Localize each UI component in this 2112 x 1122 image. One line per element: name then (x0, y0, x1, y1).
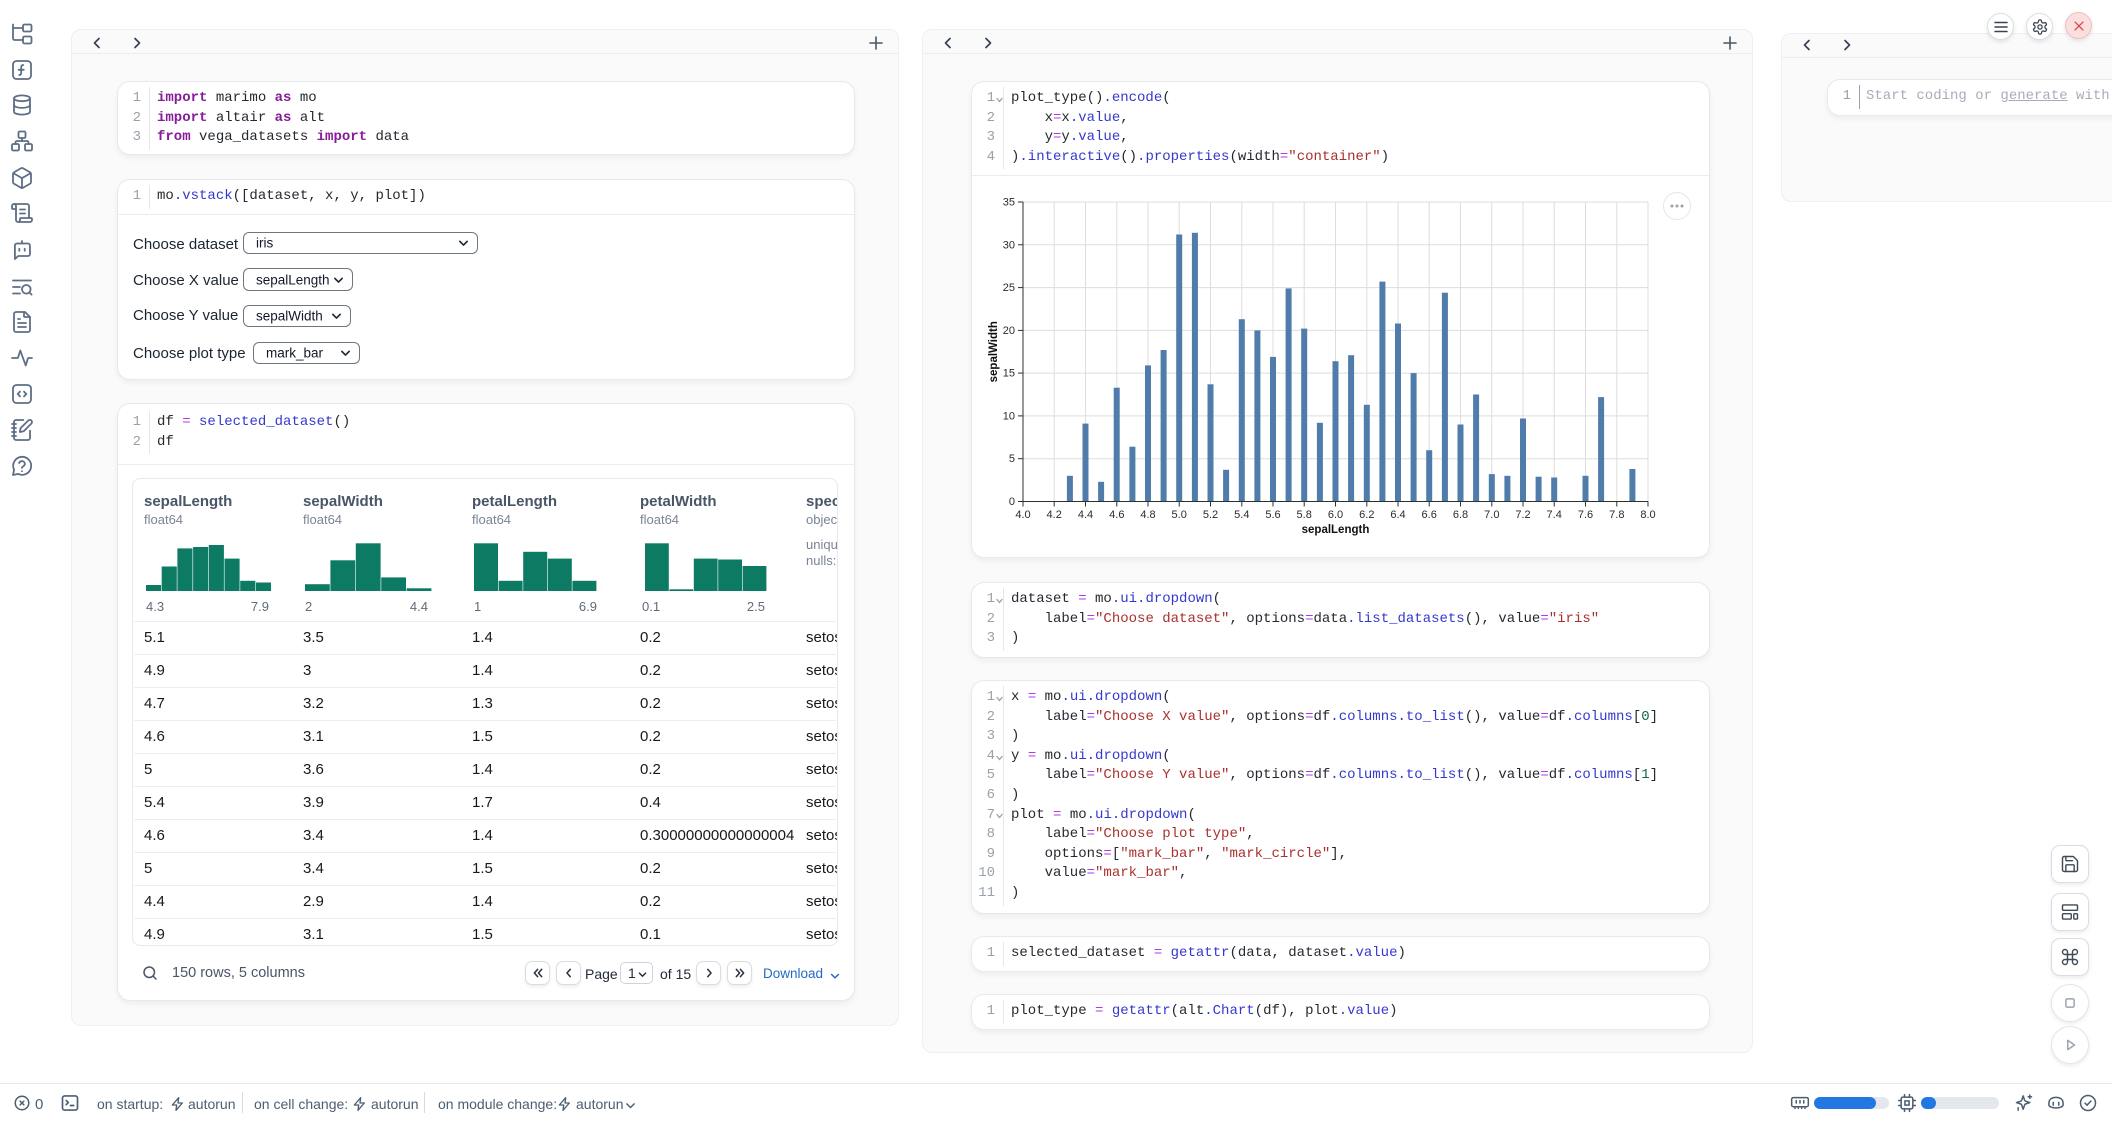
svg-text:4.8: 4.8 (1140, 509, 1155, 521)
svg-text:6.8: 6.8 (1453, 509, 1468, 521)
svg-text:4.6: 4.6 (1109, 509, 1124, 521)
svg-text:6.0: 6.0 (1328, 509, 1343, 521)
svg-text:7.6: 7.6 (1578, 509, 1593, 521)
svg-text:7.0: 7.0 (1484, 509, 1499, 521)
svg-text:sepalLength: sepalLength (1302, 524, 1370, 536)
svg-text:4.0: 4.0 (1015, 509, 1030, 521)
svg-text:5.4: 5.4 (1234, 509, 1249, 521)
svg-text:5.6: 5.6 (1265, 509, 1280, 521)
svg-text:4.2: 4.2 (1047, 509, 1062, 521)
svg-text:7.2: 7.2 (1515, 509, 1530, 521)
svg-text:sepalWidth: sepalWidth (988, 321, 1000, 382)
svg-text:6.6: 6.6 (1422, 509, 1437, 521)
svg-text:10: 10 (1003, 410, 1015, 422)
svg-text:0: 0 (1009, 496, 1015, 508)
svg-text:25: 25 (1003, 282, 1015, 294)
svg-text:5.8: 5.8 (1297, 509, 1312, 521)
svg-text:5: 5 (1009, 453, 1015, 465)
svg-text:5.0: 5.0 (1172, 509, 1187, 521)
svg-text:15: 15 (1003, 368, 1015, 380)
svg-text:20: 20 (1003, 325, 1015, 337)
svg-text:6.2: 6.2 (1359, 509, 1374, 521)
svg-text:8.0: 8.0 (1640, 509, 1655, 521)
svg-text:7.8: 7.8 (1609, 509, 1624, 521)
svg-text:4.4: 4.4 (1078, 509, 1093, 521)
svg-text:30: 30 (1003, 239, 1015, 251)
svg-text:5.2: 5.2 (1203, 509, 1218, 521)
svg-text:7.4: 7.4 (1547, 509, 1562, 521)
svg-text:6.4: 6.4 (1390, 509, 1405, 521)
svg-text:35: 35 (1003, 197, 1015, 209)
